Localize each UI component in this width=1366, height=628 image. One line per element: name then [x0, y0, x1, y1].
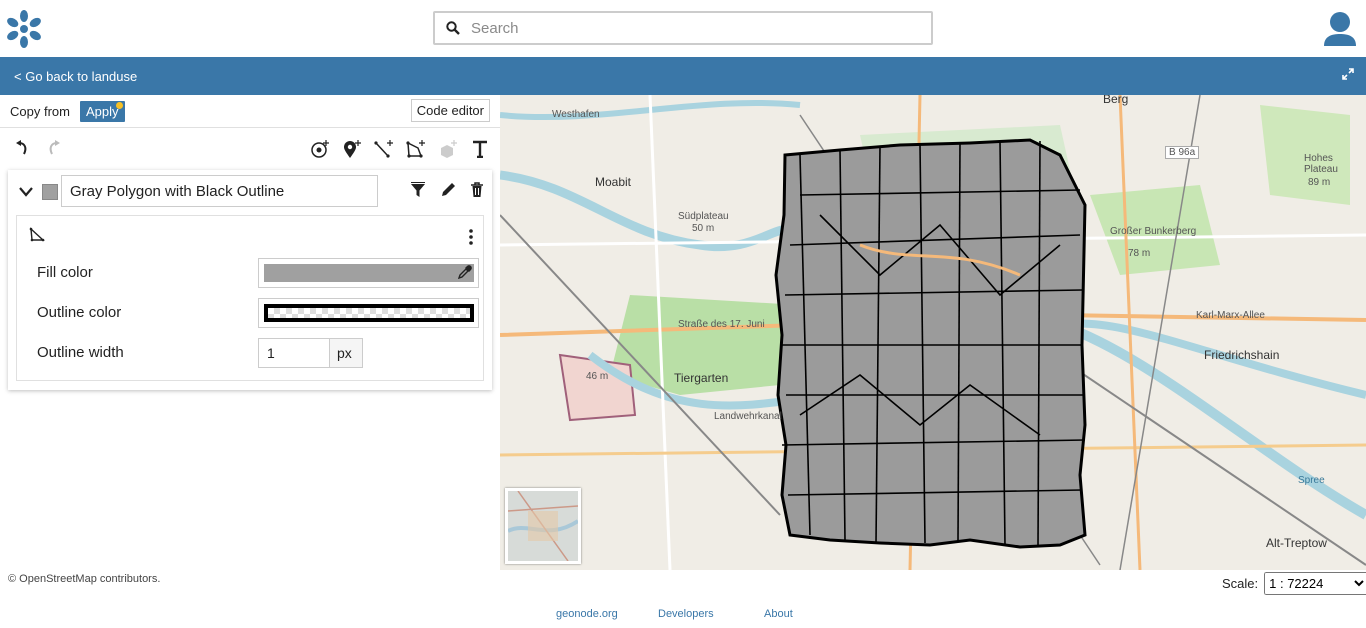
overview-map[interactable] [505, 488, 581, 564]
scale-control: Scale: 1 : 72224 [1222, 572, 1366, 595]
redo-icon[interactable] [44, 139, 64, 159]
search-icon [435, 21, 471, 35]
add-polygon-rule-icon[interactable] [406, 139, 426, 159]
polygon-symbolizer-icon [29, 226, 45, 248]
footer-link-about[interactable]: About [764, 608, 793, 620]
more-options-icon[interactable] [469, 229, 473, 250]
top-navbar [0, 0, 1366, 57]
fill-symbolizer: Fill color Outline color Outline width 1… [16, 215, 484, 381]
map-label: Großer Bunkerberg [1110, 226, 1197, 237]
style-editor-toolbar: Copy from Apply Code editor [0, 95, 500, 128]
rule-toolbar [0, 128, 500, 170]
map-label: Südplateau [678, 211, 729, 222]
breadcrumb-bar: < Go back to landuse [0, 57, 1366, 95]
add-text-rule-icon[interactable] [470, 139, 490, 159]
map-label: B 96a [1165, 146, 1200, 159]
chevron-down-icon[interactable] [16, 182, 36, 202]
search-input[interactable] [471, 19, 931, 37]
rule-card: Gray Polygon with Black Outline Fill col… [8, 170, 492, 390]
map-label: 78 m [1128, 248, 1151, 259]
rule-name-input[interactable]: Gray Polygon with Black Outline [61, 175, 378, 207]
map-label: Friedrichshain [1204, 348, 1280, 362]
apply-label: Apply [85, 103, 119, 119]
map-attribution: © OpenStreetMap contributors. [8, 573, 161, 585]
expand-icon[interactable] [1342, 67, 1354, 85]
fill-color-swatch [264, 264, 474, 282]
footer-link-geonode[interactable]: geonode.org [556, 608, 618, 620]
copy-from-button[interactable]: Copy from [10, 104, 70, 119]
scale-select[interactable]: 1 : 72224 [1264, 572, 1366, 595]
unsaved-indicator [115, 101, 123, 109]
delete-icon[interactable] [470, 182, 484, 203]
undo-icon[interactable] [12, 139, 32, 159]
style-editor-panel: Copy from Apply Code editor Gray Polygon… [0, 95, 500, 570]
add-icon-rule-icon[interactable] [342, 139, 362, 159]
outline-width-unit: px [329, 338, 363, 368]
rule-header: Gray Polygon with Black Outline [8, 170, 492, 214]
rule-swatch [42, 184, 58, 200]
add-mark-rule-icon[interactable] [310, 139, 330, 159]
map-label: 89 m [1308, 177, 1331, 188]
map-label: Westhafen [552, 109, 600, 120]
map-viewer[interactable]: Moabit Südplateau 50 m Tiergarten 46 m S… [500, 95, 1366, 570]
outline-color-label: Outline color [37, 304, 122, 321]
map-label: Berg [1103, 95, 1129, 106]
outline-color-swatch [264, 304, 474, 322]
filter-icon[interactable] [410, 182, 426, 203]
basemap [500, 95, 1366, 570]
add-line-rule-icon[interactable] [374, 139, 394, 159]
map-label: Tiergarten [674, 371, 729, 385]
eyedropper-icon[interactable] [457, 265, 472, 284]
fill-color-label: Fill color [37, 264, 93, 281]
scale-label: Scale: [1222, 576, 1259, 591]
map-label: 50 m [692, 223, 715, 234]
map-label: Landwehrkanal [714, 411, 782, 422]
map-label: Moabit [595, 175, 632, 189]
geonode-logo-icon[interactable] [4, 9, 44, 49]
outline-color-picker[interactable] [258, 298, 479, 328]
map-label: Karl-Marx-Allee [1196, 310, 1265, 321]
apply-button[interactable]: Apply [79, 100, 125, 122]
map-label: 46 m [586, 371, 609, 382]
search-box[interactable] [433, 11, 933, 45]
map-label: Alt-Treptow [1266, 536, 1327, 550]
map-label: Hohes Plateau [1304, 153, 1338, 175]
add-3d-rule-icon [438, 139, 458, 159]
footer-link-developers[interactable]: Developers [658, 608, 714, 620]
back-link[interactable]: < Go back to landuse [14, 69, 137, 84]
map-label: Straße des 17. Juni [678, 319, 765, 330]
outline-width-input[interactable]: 1 [258, 338, 330, 368]
code-editor-button[interactable]: Code editor [410, 99, 490, 122]
edit-icon[interactable] [440, 182, 456, 203]
fill-color-picker[interactable] [258, 258, 479, 288]
map-label: Spree [1298, 475, 1325, 486]
user-avatar-icon[interactable] [1322, 10, 1358, 48]
